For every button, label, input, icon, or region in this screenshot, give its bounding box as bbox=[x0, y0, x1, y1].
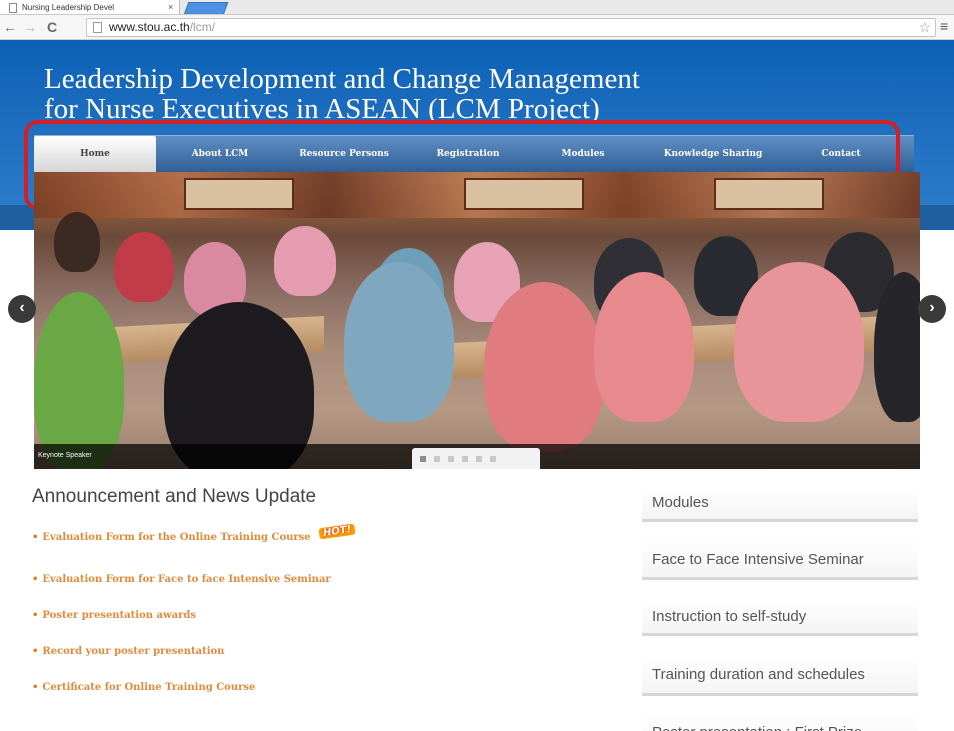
bullet-icon: • bbox=[32, 532, 39, 543]
slide-photo-figure bbox=[54, 212, 100, 272]
sidebar-item-self-study[interactable]: Instruction to self-study bbox=[642, 600, 918, 636]
slider-next-arrow-icon[interactable]: › bbox=[918, 295, 946, 323]
slide-dot[interactable] bbox=[490, 456, 496, 462]
news-item-label: Record your poster presentation bbox=[42, 646, 225, 657]
news-item-label: Evaluation Form for Face to face Intensi… bbox=[42, 574, 331, 585]
sidebar-item-face-to-face-seminar[interactable]: Face to Face Intensive Seminar bbox=[642, 540, 918, 580]
bullet-icon: • bbox=[32, 610, 39, 621]
news-item[interactable]: • Evaluation Form for the Online Training… bbox=[32, 523, 356, 543]
site-title-area: Leadership Development and Change Manage… bbox=[0, 40, 954, 128]
news-item-label: Certificate for Online Training Course bbox=[42, 682, 256, 693]
slide-photo-figure bbox=[484, 282, 604, 452]
slide-dot[interactable] bbox=[434, 456, 440, 462]
browser-tab[interactable]: Nursing Leadership Devel × bbox=[0, 0, 180, 15]
image-slider[interactable] bbox=[34, 172, 920, 469]
sidebar-item-poster-presentation[interactable]: Poster presentation : First Prize bbox=[642, 714, 918, 731]
slide-photo-window bbox=[184, 178, 294, 210]
slide-dot[interactable] bbox=[462, 456, 468, 462]
address-bar[interactable]: www.stou.ac.th/lcm/ ☆ bbox=[86, 18, 936, 37]
browser-menu-icon[interactable]: ≡ bbox=[940, 18, 948, 34]
news-item[interactable]: • Certificate for Online Training Course bbox=[32, 682, 255, 693]
close-tab-icon[interactable]: × bbox=[168, 0, 173, 15]
slide-pagination bbox=[412, 448, 540, 469]
browser-toolbar: ← → C www.stou.ac.th/lcm/ ☆ bbox=[0, 15, 954, 40]
slide-photo-figure bbox=[734, 262, 864, 422]
site-title-line-1: Leadership Development and Change Manage… bbox=[44, 63, 640, 95]
browser-tab-strip: Nursing Leadership Devel × bbox=[0, 0, 954, 15]
news-item[interactable]: • Record your poster presentation bbox=[32, 646, 224, 657]
sidebar-item-modules[interactable]: Modules bbox=[642, 486, 918, 522]
forward-arrow-icon[interactable]: → bbox=[22, 18, 38, 36]
reload-icon[interactable]: C bbox=[44, 18, 60, 36]
news-item[interactable]: • Evaluation Form for Face to face Intens… bbox=[32, 574, 331, 585]
news-heading: Announcement and News Update bbox=[32, 486, 317, 507]
slide-photo-figure bbox=[344, 262, 454, 422]
hot-badge: HOT! bbox=[318, 523, 356, 540]
slide-caption: Keynote Speaker bbox=[38, 452, 92, 459]
slider-previous-arrow-icon[interactable]: ‹ bbox=[8, 295, 36, 323]
slide-photo-window bbox=[464, 178, 584, 210]
slide-photo-figure bbox=[274, 226, 336, 296]
url-path: /lcm/ bbox=[189, 20, 216, 34]
url-host: www.stou.ac.th bbox=[109, 20, 190, 34]
bullet-icon: • bbox=[32, 574, 39, 585]
slide-dot[interactable] bbox=[448, 456, 454, 462]
news-item-label: Evaluation Form for the Online Training … bbox=[42, 532, 311, 543]
back-arrow-icon[interactable]: ← bbox=[2, 18, 18, 36]
slide-photo-figure bbox=[34, 292, 124, 469]
sidebar-item-training-schedule[interactable]: Training duration and schedules bbox=[642, 654, 918, 696]
slide-photo-figure bbox=[114, 232, 174, 302]
news-item-label: Poster presentation awards bbox=[42, 610, 196, 621]
page-icon bbox=[9, 3, 17, 13]
slide-dot[interactable] bbox=[420, 456, 426, 462]
slide-photo-figure bbox=[594, 272, 694, 422]
bullet-icon: • bbox=[32, 646, 39, 657]
site-title: Leadership Development and Change Manage… bbox=[44, 64, 804, 124]
page-icon bbox=[93, 22, 102, 33]
news-item[interactable]: • Poster presentation awards bbox=[32, 610, 196, 621]
slide-photo-window bbox=[714, 178, 824, 210]
browser-tab-title: Nursing Leadership Devel bbox=[22, 3, 115, 12]
slide-dot[interactable] bbox=[476, 456, 482, 462]
bookmark-star-icon[interactable]: ☆ bbox=[918, 19, 931, 36]
bullet-icon: • bbox=[32, 682, 39, 693]
